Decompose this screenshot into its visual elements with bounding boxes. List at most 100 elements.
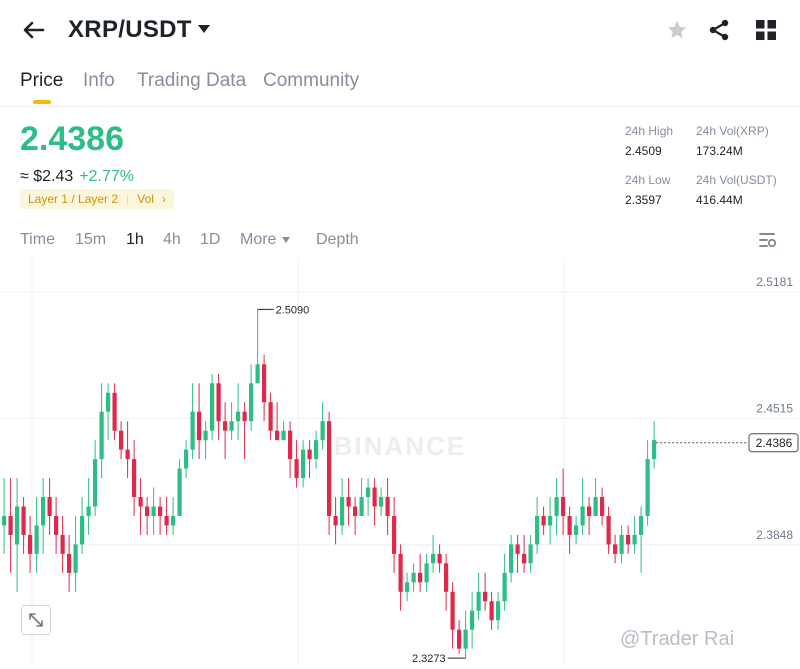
- candle-body: [197, 411, 202, 441]
- candle-body: [392, 515, 397, 554]
- candle-body: [132, 459, 137, 498]
- tab-info[interactable]: Info: [83, 70, 115, 92]
- candle-body: [320, 421, 325, 441]
- candle-body: [93, 459, 98, 507]
- timeframe-15m[interactable]: 15m: [75, 231, 106, 249]
- candle-body: [470, 610, 475, 630]
- candle-body: [502, 572, 507, 602]
- chevron-right-icon[interactable]: ›: [162, 189, 166, 209]
- candle-body: [353, 506, 358, 516]
- candle-body: [281, 430, 286, 441]
- candle-body: [652, 440, 657, 460]
- timeframe-depth[interactable]: Depth: [316, 231, 359, 249]
- candle-body: [405, 582, 410, 592]
- candle-body: [385, 497, 390, 516]
- share-icon[interactable]: [707, 18, 731, 42]
- y-tick-label: 2.5181: [756, 275, 793, 289]
- timeframe-1h[interactable]: 1h: [126, 231, 144, 249]
- candle-body: [301, 449, 306, 479]
- candle-body: [379, 497, 384, 507]
- low-label: 24h Low: [625, 173, 671, 187]
- timeframe-1d[interactable]: 1D: [200, 231, 220, 249]
- candle-body: [41, 497, 46, 526]
- last-price: 2.4386: [20, 120, 124, 158]
- candle-body: [171, 515, 176, 526]
- tab-bar: Price Info Trading Data Community: [0, 62, 800, 107]
- candle-body: [15, 506, 20, 545]
- candle-body: [398, 553, 403, 592]
- candle-body: [314, 440, 319, 460]
- star-icon[interactable]: [666, 19, 688, 41]
- expand-icon[interactable]: [21, 605, 51, 635]
- candle-body: [424, 563, 429, 583]
- chart-settings-icon[interactable]: [758, 232, 778, 248]
- candle-body: [294, 459, 299, 479]
- candle-body: [444, 563, 449, 592]
- active-tab-indicator: [33, 100, 51, 104]
- back-arrow-icon[interactable]: [22, 18, 46, 42]
- candle-body: [463, 629, 468, 649]
- candle-body: [21, 506, 26, 535]
- candle-body: [164, 515, 169, 526]
- candle-body: [509, 544, 514, 573]
- candle-body: [73, 544, 78, 573]
- candle-body: [34, 525, 39, 554]
- dropdown-caret-icon[interactable]: [198, 25, 210, 33]
- tag-vol[interactable]: Vol: [137, 189, 154, 209]
- candle-body: [587, 506, 592, 516]
- high-annotation-label: 2.5090: [276, 304, 310, 316]
- candle-body: [574, 525, 579, 535]
- candle-body: [307, 449, 312, 460]
- candle-body: [340, 497, 345, 526]
- candle-body: [535, 515, 540, 545]
- candle-body: [418, 572, 423, 583]
- candle-body: [275, 430, 280, 441]
- high-label: 24h High: [625, 124, 674, 138]
- candlestick-chart[interactable]: BINANCE 2.5181 2.4515 2.3848 2.5090 2.3273 2.…: [0, 258, 800, 665]
- candle-body: [437, 553, 442, 564]
- timeframe-time[interactable]: Time: [20, 231, 55, 249]
- candle-body: [249, 383, 254, 422]
- y-tick-label: 2.4515: [756, 401, 793, 415]
- candle-body: [242, 411, 247, 422]
- candle-body: [359, 497, 364, 516]
- candle-body: [431, 553, 436, 564]
- candle-body: [80, 515, 85, 545]
- category-tag[interactable]: Layer 1 / Layer 2 | Vol ›: [20, 189, 174, 209]
- candle-body: [67, 553, 72, 573]
- chart-canvas[interactable]: BINANCE 2.5181 2.4515 2.3848 2.5090 2.3273 2.…: [0, 258, 800, 665]
- vol-usdt-value: 416.44M: [696, 193, 743, 207]
- candle-body: [268, 402, 273, 431]
- candle-body: [346, 497, 351, 507]
- candle-body: [86, 506, 91, 516]
- timeframe-4h[interactable]: 4h: [163, 231, 181, 249]
- timeframe-more[interactable]: More: [240, 231, 276, 249]
- candle-body: [158, 506, 163, 516]
- tab-community[interactable]: Community: [263, 70, 359, 92]
- candle-body: [203, 430, 208, 441]
- candle-body: [138, 497, 143, 507]
- tag-divider: |: [126, 192, 130, 206]
- candle-body: [177, 468, 182, 516]
- candle-body: [554, 497, 559, 516]
- candle-body: [489, 601, 494, 621]
- change-percent: +2.77%: [79, 168, 134, 185]
- candle-body: [619, 534, 624, 554]
- candle-body: [60, 534, 65, 554]
- more-caret-icon[interactable]: [282, 237, 290, 243]
- pair-title[interactable]: XRP/USDT: [68, 16, 192, 44]
- candle-body: [561, 497, 566, 516]
- candle-body: [450, 591, 455, 630]
- tab-trading-data[interactable]: Trading Data: [137, 70, 246, 92]
- grid-menu-icon[interactable]: [756, 20, 776, 40]
- fiat-price-row: ≈ $2.43 +2.77%: [20, 168, 134, 186]
- tab-price[interactable]: Price: [20, 70, 63, 92]
- current-price-label: 2.4386: [756, 436, 793, 450]
- tag-layer[interactable]: Layer 1 / Layer 2: [28, 189, 118, 209]
- candle-body: [145, 506, 150, 516]
- candle-body: [613, 544, 618, 554]
- candle-body: [632, 534, 637, 545]
- candle-body: [216, 383, 221, 422]
- candle-body: [223, 421, 228, 431]
- candle-body: [496, 601, 501, 621]
